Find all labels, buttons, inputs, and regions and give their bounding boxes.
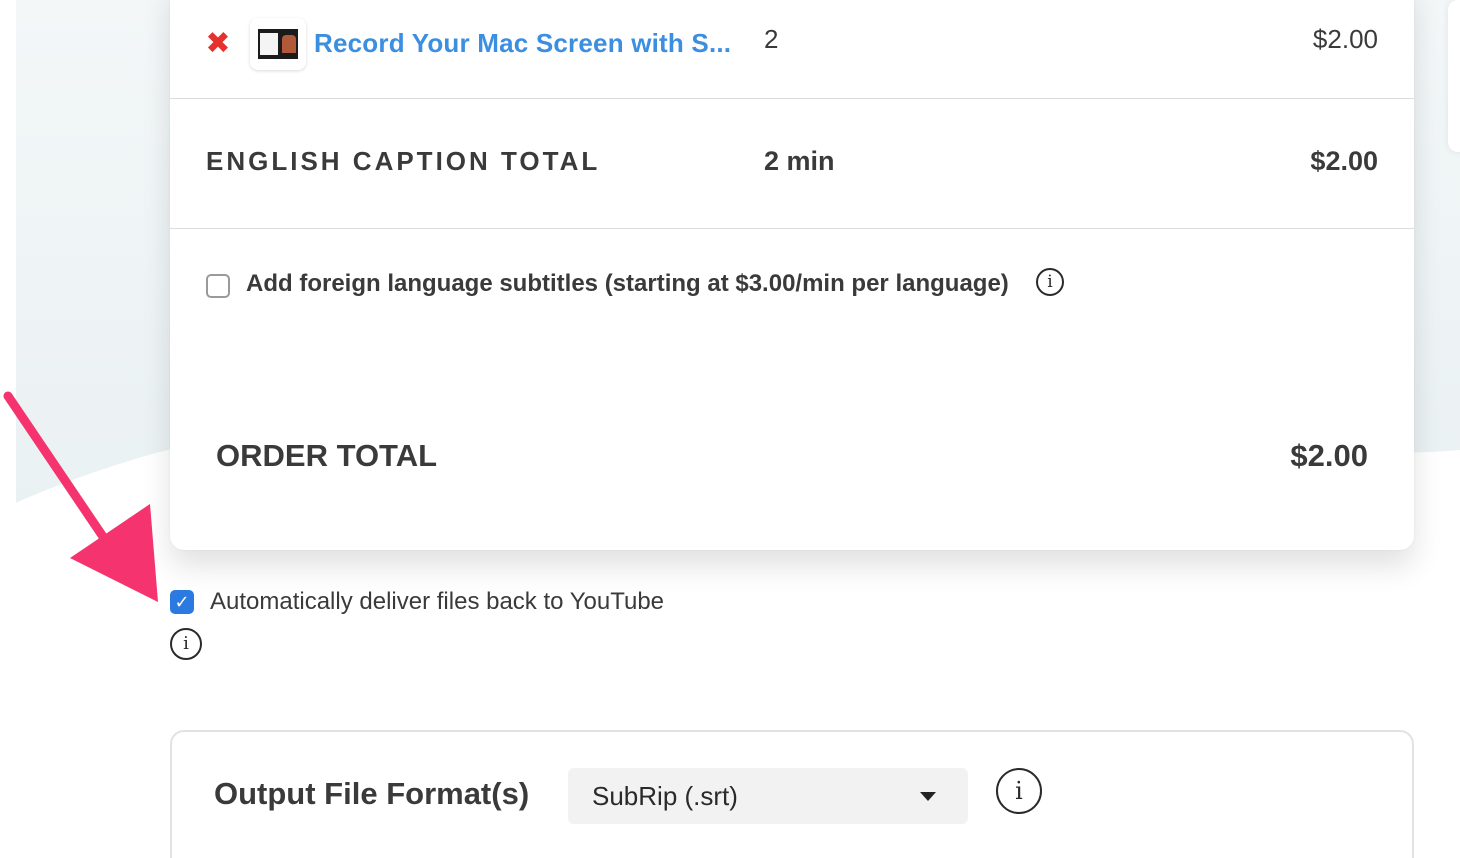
foreign-subtitles-label: Add foreign language subtitles (starting… xyxy=(246,270,1009,297)
side-card xyxy=(1448,0,1460,152)
order-total-label: ORDER TOTAL xyxy=(216,438,438,473)
info-icon[interactable]: i xyxy=(996,768,1042,814)
foreign-subtitles-checkbox[interactable] xyxy=(206,274,230,298)
divider xyxy=(170,98,1414,99)
order-summary-card: ✖ Record Your Mac Screen with S... 2 $2.… xyxy=(170,0,1414,550)
output-format-label: Output File Format(s) xyxy=(214,776,530,811)
video-thumbnail xyxy=(250,18,306,70)
video-price: $2.00 xyxy=(1312,24,1378,54)
caption-total-price: $2.00 xyxy=(1310,146,1378,176)
output-format-select[interactable]: SubRip (.srt) xyxy=(568,768,968,824)
output-format-selected: SubRip (.srt) xyxy=(592,781,738,811)
close-x-icon[interactable]: ✖ xyxy=(204,29,232,59)
divider xyxy=(170,228,1414,229)
info-icon[interactable]: i xyxy=(170,628,202,660)
caret-down-icon xyxy=(920,792,936,801)
info-icon[interactable]: i xyxy=(1036,268,1064,296)
caption-total-minutes: 2 min xyxy=(764,146,835,176)
annotation-arrow-icon xyxy=(3,391,158,602)
video-title-link[interactable]: Record Your Mac Screen with S... xyxy=(314,28,731,59)
youtube-delivery-label: Automatically deliver files back to YouT… xyxy=(210,588,665,615)
video-quantity: 2 xyxy=(764,24,779,54)
order-total-price: $2.00 xyxy=(1290,438,1368,473)
caption-total-label: ENGLISH CAPTION TOTAL xyxy=(206,146,601,176)
output-format-card: Output File Format(s) SubRip (.srt) i xyxy=(170,730,1414,858)
